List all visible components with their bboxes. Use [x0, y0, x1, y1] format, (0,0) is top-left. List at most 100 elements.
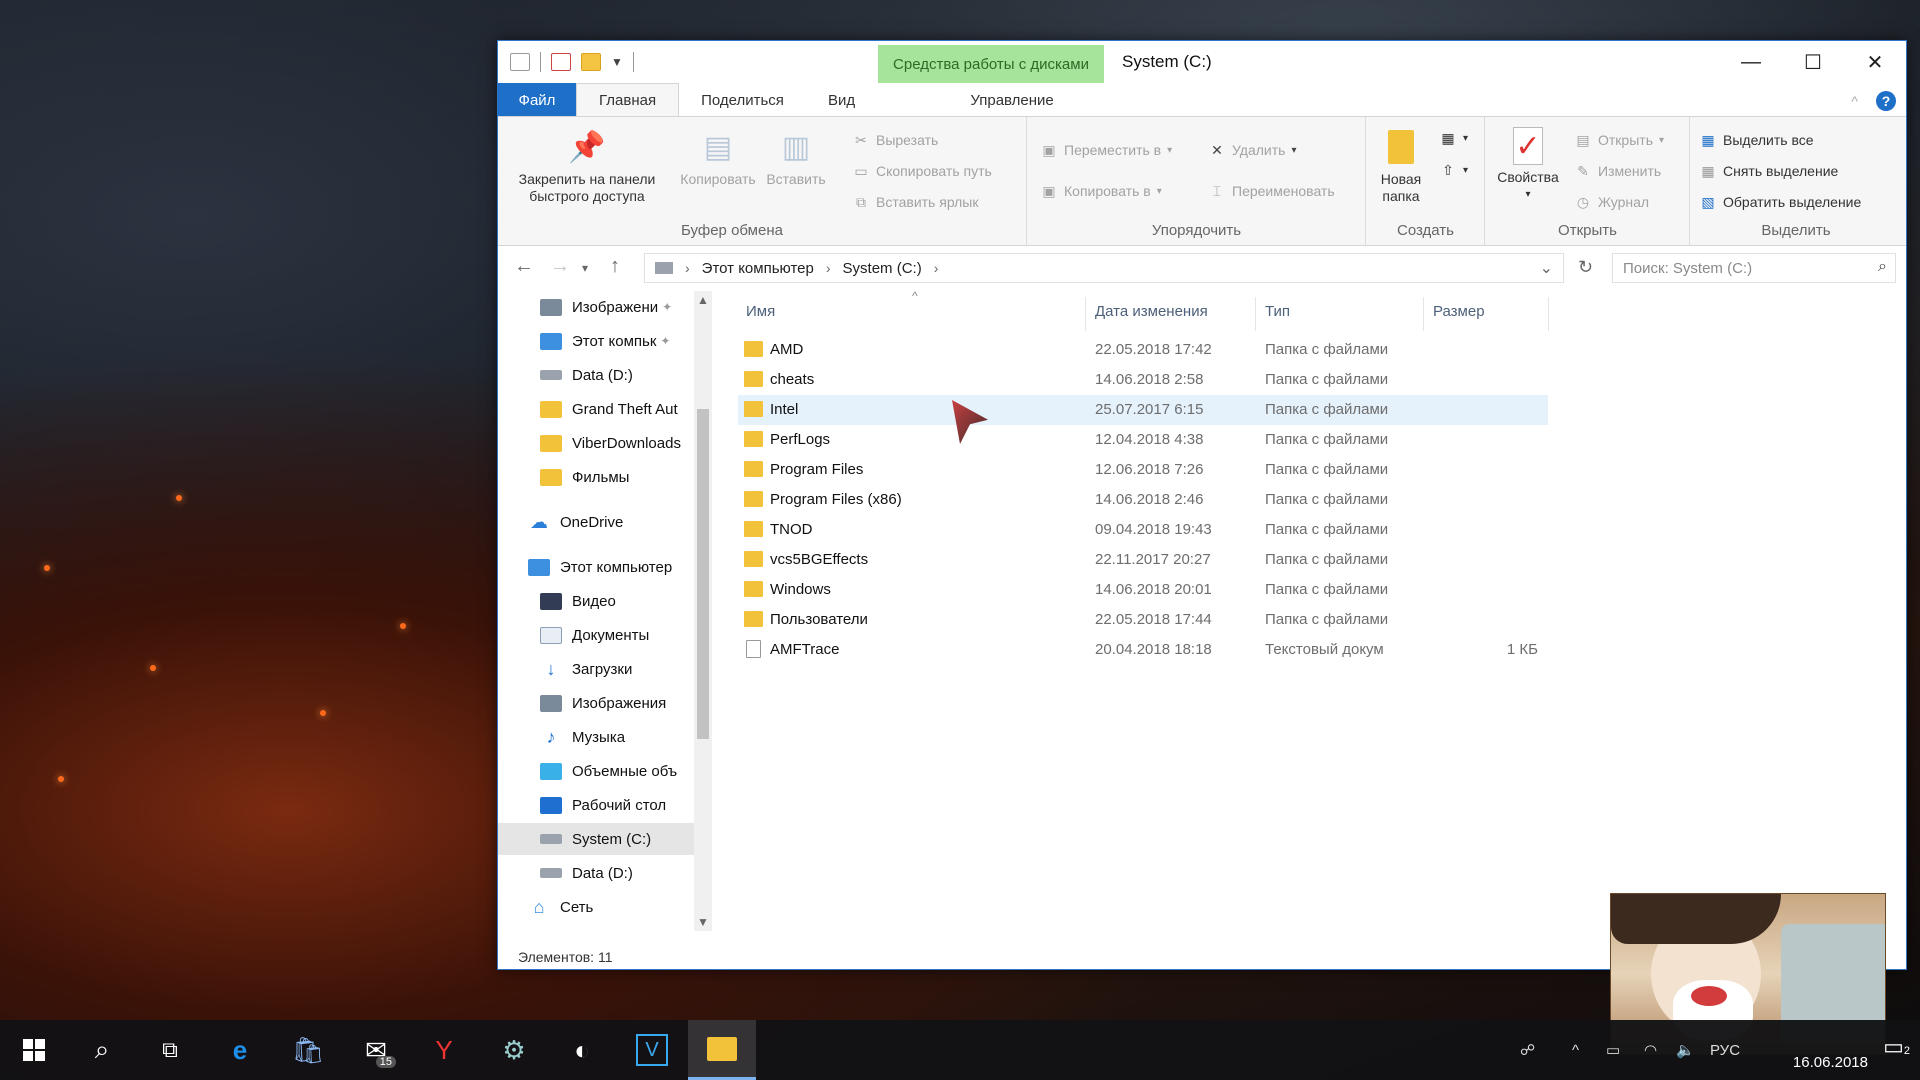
nav-item-video[interactable]: Видео: [498, 585, 694, 617]
mail-button[interactable]: ✉ 15: [342, 1020, 410, 1080]
file-row[interactable]: Windows 14.06.2018 20:01 Папка с файлами: [738, 575, 1548, 605]
action-center-icon[interactable]: ▭2: [1883, 1034, 1910, 1060]
invert-selection-button[interactable]: ▧ Обратить выделение: [1699, 193, 1861, 211]
tray-people-icon[interactable]: ☍: [1520, 1020, 1535, 1080]
tray-show-hidden-icon[interactable]: ^: [1572, 1020, 1579, 1080]
breadcrumb-chevron-icon[interactable]: ›: [934, 260, 939, 276]
easy-access-button[interactable]: ⇧ ▾: [1439, 161, 1468, 179]
history-button[interactable]: ◷ Журнал: [1574, 193, 1649, 211]
nav-item-data-d-2[interactable]: Data (D:): [498, 857, 694, 889]
nav-item-onedrive[interactable]: ☁ OneDrive: [498, 506, 694, 538]
address-bar[interactable]: › Этот компьютер › System (C:) › ⌄: [644, 253, 1564, 283]
taskbar-date[interactable]: 16.06.2018: [1793, 1054, 1868, 1071]
file-row[interactable]: TNOD 09.04.2018 19:43 Папка с файлами: [738, 515, 1548, 545]
edge-button[interactable]: e: [206, 1020, 274, 1080]
scroll-up-icon[interactable]: ▲: [697, 293, 709, 307]
column-divider[interactable]: [1255, 297, 1256, 331]
tray-network-icon[interactable]: ◠: [1644, 1020, 1657, 1080]
copy-button[interactable]: ▤ Копировать: [676, 127, 760, 188]
back-arrow-icon[interactable]: ←: [514, 255, 534, 278]
customize-toolbar-dropdown-icon[interactable]: ▼: [611, 55, 623, 69]
close-button[interactable]: ✕: [1844, 41, 1906, 83]
nav-item-images[interactable]: Изображения: [498, 687, 694, 719]
rename-button[interactable]: ⌶ Переименовать: [1208, 182, 1335, 200]
cut-button[interactable]: ✂ Вырезать: [852, 131, 938, 149]
nav-pane-scrollbar[interactable]: ▲ ▼: [694, 291, 712, 931]
steam-button[interactable]: ⚙: [480, 1020, 548, 1080]
maximize-button[interactable]: ☐: [1782, 41, 1844, 83]
select-none-button[interactable]: ▦ Снять выделение: [1699, 162, 1838, 180]
file-row[interactable]: AMD 22.05.2018 17:42 Папка с файлами: [738, 335, 1548, 365]
move-to-button[interactable]: ▣ Переместить в ▾: [1040, 141, 1172, 159]
nav-item-data-d[interactable]: Data (D:): [498, 359, 694, 391]
file-row[interactable]: AMFTrace 20.04.2018 18:18 Текстовый доку…: [738, 635, 1548, 665]
search-icon[interactable]: ⌕: [1878, 258, 1887, 276]
properties-icon[interactable]: [551, 53, 571, 71]
column-divider[interactable]: [1423, 297, 1424, 331]
address-dropdown-icon[interactable]: ⌄: [1540, 258, 1553, 278]
edit-button[interactable]: ✎ Изменить: [1574, 162, 1661, 180]
file-row[interactable]: PerfLogs 12.04.2018 4:38 Папка с файлами: [738, 425, 1548, 455]
refresh-icon[interactable]: ↻: [1578, 257, 1593, 278]
breadcrumb-chevron-icon[interactable]: ›: [826, 260, 831, 276]
file-row[interactable]: vcs5BGEffects 22.11.2017 20:27 Папка с ф…: [738, 545, 1548, 575]
copy-path-button[interactable]: ▭ Скопировать путь: [852, 162, 991, 180]
new-item-button[interactable]: ▦ ▾: [1439, 129, 1468, 147]
column-divider[interactable]: [1548, 297, 1549, 331]
minimize-button[interactable]: —: [1720, 41, 1782, 83]
file-row[interactable]: Program Files (x86) 14.06.2018 2:46 Папк…: [738, 485, 1548, 515]
recent-locations-icon[interactable]: ▾: [582, 261, 588, 275]
paste-shortcut-button[interactable]: ⧉ Вставить ярлык: [852, 193, 978, 211]
column-header-name[interactable]: Имя: [746, 303, 775, 327]
tray-battery-icon[interactable]: ▭: [1606, 1020, 1620, 1080]
delete-button[interactable]: ✕ Удалить ▾: [1208, 141, 1296, 159]
search-input[interactable]: Поиск: System (C:) ⌕: [1612, 253, 1896, 283]
help-icon[interactable]: ?: [1876, 91, 1896, 111]
up-arrow-icon[interactable]: ↑: [610, 255, 620, 278]
nav-item-images-pinned[interactable]: Изображени ✦: [498, 291, 694, 323]
tray-volume-icon[interactable]: 🔈: [1676, 1020, 1695, 1080]
store-button[interactable]: 🛍: [274, 1020, 342, 1080]
file-explorer-taskbar-button[interactable]: [688, 1020, 756, 1080]
yandex-browser-button[interactable]: Y: [410, 1020, 478, 1080]
nav-item-documents[interactable]: Документы: [498, 619, 694, 651]
new-folder-button[interactable]: Новая папка: [1371, 127, 1431, 205]
breadcrumb-chevron-icon[interactable]: ›: [685, 260, 690, 276]
select-all-button[interactable]: ▦ Выделить все: [1699, 131, 1813, 149]
nav-item-downloads[interactable]: ↓ Загрузки: [498, 653, 694, 685]
task-view-button[interactable]: ⧉: [136, 1020, 204, 1080]
column-header-type[interactable]: Тип: [1265, 303, 1290, 327]
column-header-date[interactable]: Дата изменения: [1095, 303, 1208, 327]
nav-item-viber-downloads[interactable]: ViberDownloads: [498, 427, 694, 459]
tray-language[interactable]: РУС: [1710, 1020, 1740, 1080]
tab-manage[interactable]: Управление: [899, 83, 1125, 117]
nav-item-this-pc-pinned[interactable]: Этот компьк ✦: [498, 325, 694, 357]
drive-tools-context-tab[interactable]: Средства работы с дисками: [878, 45, 1104, 83]
drive-icon[interactable]: [510, 53, 530, 71]
copy-to-button[interactable]: ▣ Копировать в ▾: [1040, 182, 1161, 200]
column-header-size[interactable]: Размер: [1433, 303, 1485, 327]
nav-item-films[interactable]: Фильмы: [498, 461, 694, 493]
start-button[interactable]: [0, 1020, 68, 1080]
file-row[interactable]: cheats 14.06.2018 2:58 Папка с файлами: [738, 365, 1548, 395]
pin-quick-access-button[interactable]: 📌 Закрепить на панели быстрого доступа: [504, 127, 670, 205]
column-divider[interactable]: [1085, 297, 1086, 331]
paste-button[interactable]: ▥ Вставить: [762, 127, 830, 188]
tab-share[interactable]: Поделиться: [679, 83, 806, 117]
game-launcher-button[interactable]: ◐: [548, 1020, 616, 1080]
nav-item-music[interactable]: ♪ Музыка: [498, 721, 694, 753]
breadcrumb-system-c[interactable]: System (C:): [843, 260, 922, 277]
search-taskbar-button[interactable]: ⌕: [68, 1020, 136, 1080]
vegas-button[interactable]: V: [618, 1020, 686, 1080]
nav-item-system-c[interactable]: System (C:): [498, 823, 694, 855]
tab-file[interactable]: Файл: [498, 83, 576, 117]
open-button[interactable]: ▤ Открыть ▾: [1574, 131, 1664, 149]
new-folder-icon[interactable]: [581, 53, 601, 71]
tab-home[interactable]: Главная: [576, 83, 680, 117]
file-row-selected[interactable]: Intel 25.07.2017 6:15 Папка с файлами: [738, 395, 1548, 425]
collapse-ribbon-icon[interactable]: ^: [1851, 93, 1858, 109]
nav-item-this-pc[interactable]: Этот компьютер: [498, 551, 694, 583]
nav-item-gta[interactable]: Grand Theft Aut: [498, 393, 694, 425]
file-row[interactable]: Пользователи 22.05.2018 17:44 Папка с фа…: [738, 605, 1548, 635]
scrollbar-thumb[interactable]: [697, 409, 709, 739]
